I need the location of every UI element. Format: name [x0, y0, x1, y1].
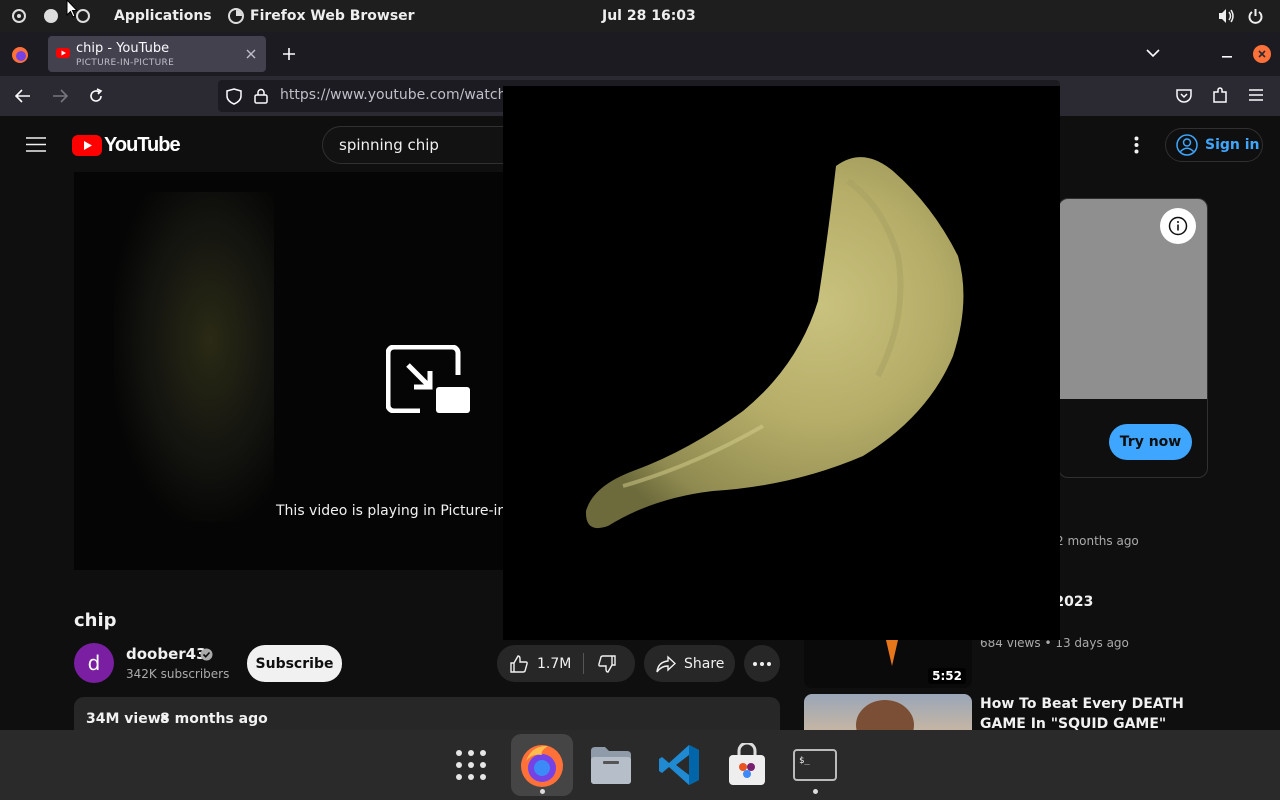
- more-actions-button[interactable]: [744, 645, 780, 682]
- firefox-view-icon[interactable]: [11, 46, 29, 64]
- dock-firefox[interactable]: [511, 734, 573, 796]
- potato-chip-video-frame: [585, 157, 964, 529]
- gnome-top-bar: Applications Firefox Web Browser Jul 28 …: [0, 0, 1280, 32]
- account-icon: [1176, 134, 1198, 156]
- channel-name[interactable]: doober43: [126, 645, 207, 663]
- youtube-logo[interactable]: YouTube: [72, 133, 181, 156]
- lock-icon[interactable]: [254, 88, 268, 104]
- show-apps-button[interactable]: [440, 734, 502, 796]
- divider: [583, 653, 584, 674]
- video-poster-blur: [114, 192, 274, 522]
- more-options-icon[interactable]: [1134, 136, 1139, 154]
- ad-card[interactable]: Try now: [1058, 198, 1208, 478]
- upload-age: 8 months ago: [160, 711, 268, 727]
- picture-in-picture-icon: [386, 345, 470, 413]
- dock-terminal[interactable]: $_: [784, 734, 846, 796]
- ad-cta-button[interactable]: Try now: [1109, 424, 1192, 460]
- mouse-cursor-icon: [66, 0, 78, 18]
- back-icon[interactable]: [15, 89, 31, 103]
- new-tab-icon[interactable]: [282, 47, 296, 61]
- search-box[interactable]: spinning chip: [322, 126, 522, 164]
- reload-icon[interactable]: [88, 88, 104, 104]
- info-icon: [1168, 216, 1188, 236]
- software-store-icon: [729, 743, 765, 785]
- sign-in-label: Sign in: [1205, 137, 1260, 153]
- search-input[interactable]: spinning chip: [339, 136, 439, 154]
- running-indicator: [540, 789, 545, 794]
- recommendation-title-line1[interactable]: How To Beat Every DEATH: [980, 696, 1184, 712]
- dock-vscode[interactable]: [648, 734, 710, 796]
- browser-tab-active[interactable]: chip - YouTube PICTURE-IN-PICTURE: [48, 36, 266, 72]
- running-indicator: [813, 789, 818, 794]
- power-icon[interactable]: [1248, 8, 1263, 24]
- terminal-icon: $_: [793, 749, 837, 781]
- active-app-menu[interactable]: Firefox Web Browser: [228, 0, 415, 32]
- picture-in-picture-window[interactable]: [503, 86, 1060, 640]
- pip-message: This video is playing in Picture-in-Pi: [276, 503, 524, 519]
- guide-menu-icon[interactable]: [26, 137, 46, 152]
- dock-software-store[interactable]: [716, 734, 778, 796]
- share-icon: [656, 654, 676, 672]
- active-app-name: Firefox Web Browser: [250, 8, 415, 24]
- workspace-indicator-2[interactable]: [44, 9, 58, 23]
- recommendation-thumbnail-squid[interactable]: [804, 694, 972, 734]
- subscriber-count: 342K subscribers: [126, 667, 230, 681]
- ad-info-button[interactable]: [1160, 208, 1196, 244]
- view-count: 34M views: [86, 711, 169, 727]
- browser-tab-strip: chip - YouTube PICTURE-IN-PICTURE: [0, 32, 1280, 76]
- pocket-icon[interactable]: [1176, 88, 1192, 103]
- firefox-icon: [521, 745, 563, 787]
- more-horizontal-icon: [753, 661, 771, 666]
- recommendation-age: 13 days ago: [1055, 636, 1129, 650]
- recommendation-meta: 2 months ago: [1056, 534, 1139, 548]
- close-tab-icon[interactable]: [246, 49, 256, 59]
- share-button[interactable]: Share: [644, 645, 735, 682]
- applications-menu[interactable]: Applications: [114, 0, 212, 32]
- extensions-icon[interactable]: [1212, 87, 1228, 104]
- youtube-logo-text: YouTube: [104, 133, 181, 156]
- minimize-window-icon[interactable]: [1222, 56, 1234, 58]
- forward-icon: [53, 89, 68, 103]
- dock-files[interactable]: [580, 734, 642, 796]
- tracking-protection-icon[interactable]: [226, 88, 242, 105]
- files-icon: [591, 747, 631, 784]
- channel-avatar[interactable]: d: [74, 643, 114, 683]
- share-label: Share: [684, 655, 725, 672]
- subscribe-button[interactable]: Subscribe: [247, 645, 342, 682]
- url-text: https://www.youtube.com/watch?v=: [280, 87, 534, 103]
- thumbnail-flame: [886, 640, 898, 666]
- like-button[interactable]: 1.7M: [497, 645, 583, 682]
- sign-in-button[interactable]: Sign in: [1165, 128, 1263, 162]
- thumbs-up-icon: [510, 654, 528, 673]
- clock[interactable]: Jul 28 16:03: [602, 0, 696, 32]
- youtube-logo-icon: [72, 134, 102, 156]
- like-dislike-group: 1.7M: [497, 645, 635, 682]
- workspace-indicator-3[interactable]: [76, 9, 90, 23]
- channel-avatar-initial: d: [87, 651, 101, 675]
- hamburger-menu-icon[interactable]: [1249, 89, 1263, 101]
- tab-subtitle: PICTURE-IN-PICTURE: [76, 58, 175, 68]
- app-grid-icon: [456, 750, 486, 780]
- thumbnail-face: [856, 700, 914, 734]
- thumbs-down-icon[interactable]: [597, 654, 617, 674]
- youtube-favicon-icon: [56, 48, 70, 58]
- like-count: 1.7M: [537, 655, 572, 672]
- video-title: chip: [74, 610, 117, 631]
- recommendation-thumbnail[interactable]: 5:52: [804, 640, 972, 688]
- tab-title: chip - YouTube: [76, 41, 170, 56]
- subscribe-label: Subscribe: [255, 655, 334, 672]
- vscode-icon: [659, 745, 699, 785]
- verified-badge-icon: [200, 648, 213, 661]
- svg-text:$_: $_: [799, 756, 810, 766]
- list-all-tabs-icon[interactable]: [1146, 49, 1160, 58]
- close-icon: [1258, 50, 1266, 58]
- close-window-button[interactable]: [1253, 45, 1271, 63]
- firefox-icon: [228, 8, 244, 24]
- video-duration-badge: 5:52: [928, 668, 966, 684]
- workspace-indicator-1[interactable]: [12, 9, 26, 23]
- ad-cta-label: Try now: [1119, 434, 1182, 450]
- volume-icon[interactable]: [1218, 8, 1235, 24]
- dock: $_: [0, 730, 1280, 800]
